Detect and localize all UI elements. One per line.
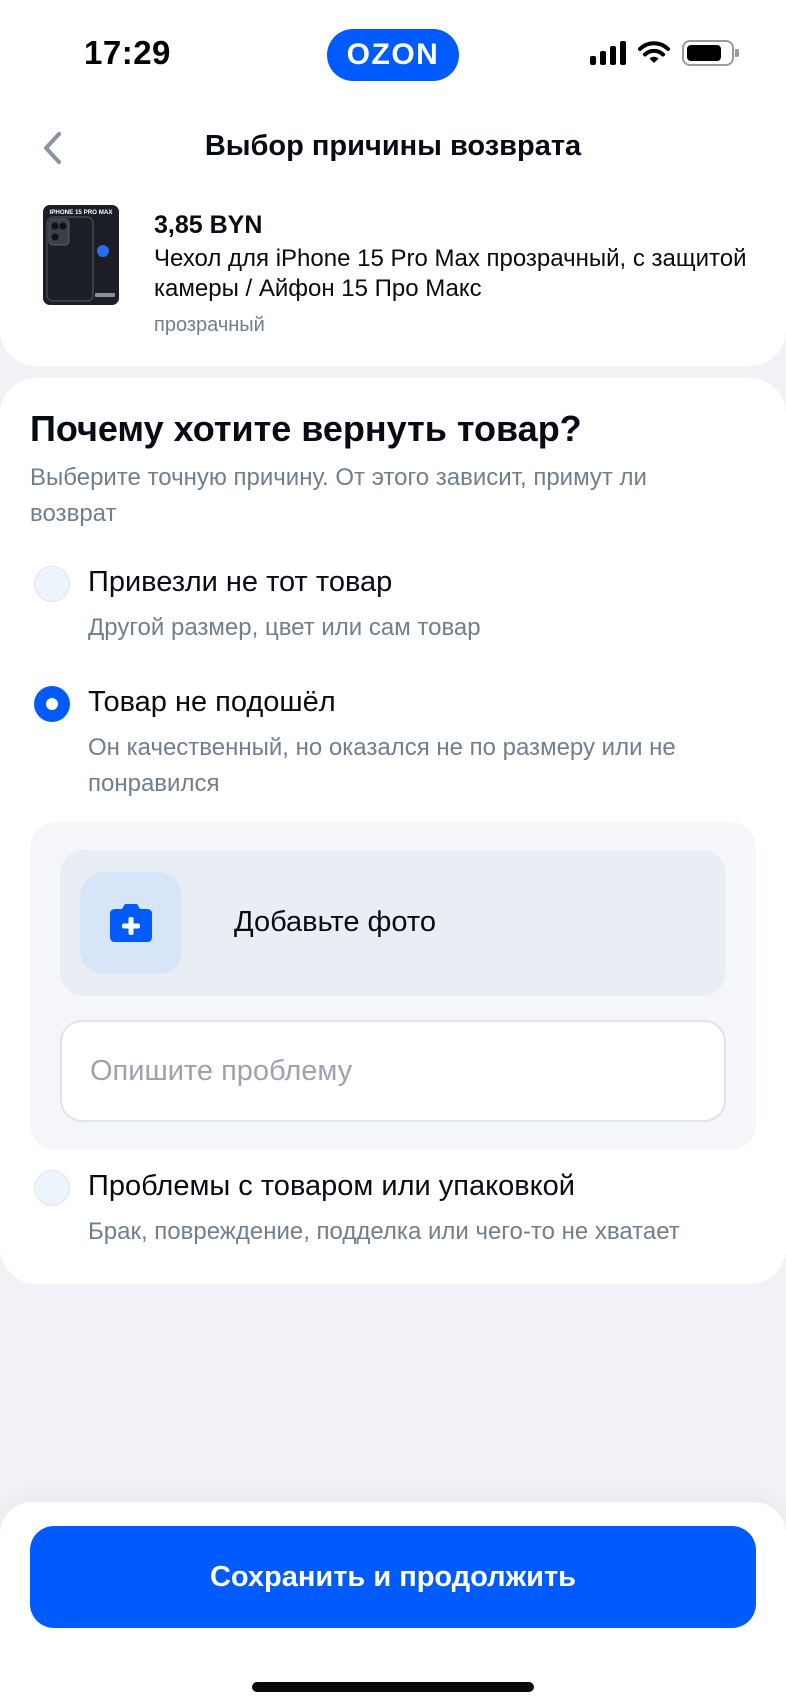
product-price: 3,85 BYN (154, 211, 263, 239)
product-info: 3,85 BYN Чехол для iPhone 15 Pro Max про… (154, 210, 754, 337)
details-panel: Добавьте фото (30, 822, 756, 1150)
page-title: Выбор причины возврата (204, 130, 582, 162)
add-photo-label: Добавьте фото (234, 906, 436, 938)
battery-icon (682, 40, 739, 66)
status-icons (590, 40, 739, 66)
option-description: Другой размер, цвет или сам товар (88, 614, 481, 641)
status-time: 17:29 (84, 34, 171, 71)
return-reason-screen: 17:29 OZON Выбор причины возврата IPHONE… (0, 0, 786, 1704)
home-indicator (252, 1682, 534, 1692)
option-description: Брак, повреждение, подделка или чего-то … (88, 1218, 680, 1245)
product-image-caption: IPHONE 15 PRO MAX (50, 209, 114, 216)
reason-card: Почему хотите вернуть товар? Выберите то… (0, 378, 786, 1284)
reason-option-defect[interactable]: Проблемы с товаром или упаковкой Брак, п… (30, 1164, 760, 1254)
product-name: Чехол для iPhone 15 Pro Max прозрачный, … (154, 245, 747, 302)
question-subtitle: Выберите точную причину. От этого зависи… (30, 464, 647, 527)
add-photo-button[interactable]: Добавьте фото (60, 850, 726, 996)
product-summary: IPHONE 15 PRO MAX 3,85 BYN Чехол для iPh… (36, 200, 756, 336)
header-card: 17:29 OZON Выбор причины возврата IPHONE… (0, 0, 786, 366)
add-photo-tile (80, 872, 182, 974)
reason-option-wrong-item[interactable]: Привезли не тот товар Другой размер, цве… (30, 560, 760, 650)
bottom-action-bar: Сохранить и продолжить (0, 1502, 786, 1704)
radio-button-selected[interactable] (34, 686, 70, 722)
ozon-logo: OZON (327, 29, 459, 81)
product-image: IPHONE 15 PRO MAX (36, 200, 126, 310)
status-bar: 17:29 OZON (0, 0, 786, 110)
cellular-signal-icon (590, 41, 626, 65)
product-variant: прозрачный (154, 314, 265, 336)
radio-button[interactable] (34, 566, 70, 602)
problem-description-input[interactable] (60, 1020, 726, 1122)
camera-plus-icon (110, 904, 152, 942)
option-title: Товар не подошёл (88, 686, 336, 718)
question-title: Почему хотите вернуть товар? (30, 408, 582, 449)
reason-option-not-suitable[interactable]: Товар не подошёл Он качественный, но ока… (30, 680, 760, 806)
wifi-icon (638, 41, 670, 63)
option-title: Привезли не тот товар (88, 566, 393, 598)
save-and-continue-button[interactable]: Сохранить и продолжить (30, 1526, 756, 1628)
nav-header: Выбор причины возврата (0, 118, 786, 178)
option-description: Он качественный, но оказался не по разме… (88, 734, 676, 797)
radio-button[interactable] (34, 1170, 70, 1206)
option-title: Проблемы с товаром или упаковкой (88, 1170, 575, 1202)
